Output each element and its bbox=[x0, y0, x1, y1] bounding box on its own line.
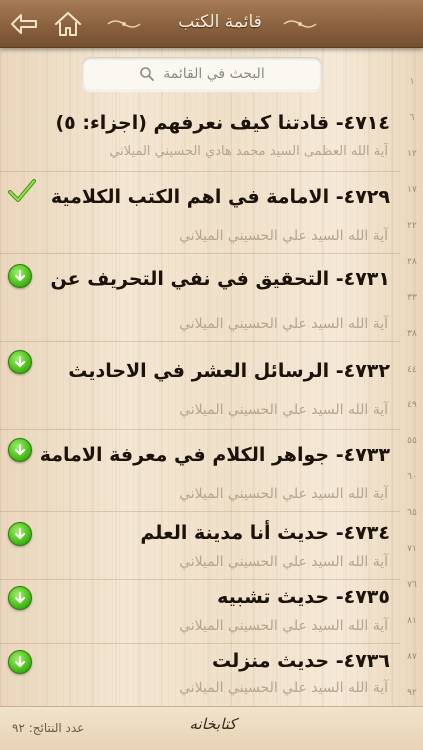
book-author: آية الله السيد علي الحسيني الميلاني bbox=[179, 402, 388, 418]
index-entry[interactable]: ٤٤ bbox=[407, 365, 417, 375]
book-author: آية الله العظمى السيد محمد هادي الحسيني … bbox=[109, 144, 388, 159]
index-entry[interactable]: ٦٠ bbox=[407, 473, 417, 482]
book-title: ٤٧٣٤- حديث أنا مدينة العلم bbox=[140, 522, 390, 544]
download-arrow-icon bbox=[8, 264, 32, 288]
book-title: ٤٧٣٦- حديث منزلت bbox=[211, 650, 390, 672]
list-item[interactable]: ٤٧٣٦- حديث منزلت آية الله السيد علي الحس… bbox=[0, 644, 400, 706]
download-button[interactable] bbox=[8, 586, 34, 612]
book-title: ٤٧٢٩- الامامة في اهم الكتب الكلامية bbox=[50, 186, 390, 208]
index-entry[interactable]: ٩٢ bbox=[407, 688, 417, 698]
download-arrow-icon bbox=[8, 438, 32, 462]
index-entry[interactable]: ٦ bbox=[410, 113, 415, 123]
list-item[interactable]: ٤٧٣٢- الرسائل العشر في الاحاديث آية الله… bbox=[0, 342, 400, 430]
index-entry[interactable]: ٢٢ bbox=[407, 221, 417, 231]
bottom-bar: عدد النتائج: ٩٢ كتابخانه bbox=[0, 706, 423, 750]
index-entry[interactable]: ١ bbox=[410, 78, 415, 87]
page-title: قائمة الكتب bbox=[178, 12, 262, 32]
book-author: آية الله السيد علي الحسيني الميلاني bbox=[179, 316, 388, 332]
book-list: ٤٧١٤- قادتنا كيف نعرفهم (اجزاء: ٥) آية ا… bbox=[0, 100, 400, 706]
book-author: آية الله السيد علي الحسيني الميلاني bbox=[179, 486, 388, 502]
top-navigation-bar: قائمة الكتب bbox=[0, 0, 423, 48]
book-title: ٤٧٣٢- الرسائل العشر في الاحاديث bbox=[68, 360, 390, 382]
list-item[interactable]: ٤٧٣٤- حديث أنا مدينة العلم آية الله السي… bbox=[0, 512, 400, 580]
download-button[interactable] bbox=[8, 350, 34, 376]
index-entry[interactable]: ٨١ bbox=[407, 617, 417, 626]
search-placeholder: البحث في القائمة bbox=[163, 66, 265, 82]
download-arrow-icon bbox=[8, 350, 32, 374]
list-item[interactable]: ٤٧١٤- قادتنا كيف نعرفهم (اجزاء: ٥) آية ا… bbox=[0, 100, 400, 172]
index-entry[interactable]: ١٧ bbox=[407, 185, 417, 195]
ornament-icon bbox=[283, 20, 317, 28]
download-button[interactable] bbox=[8, 264, 34, 290]
index-entry[interactable]: ٨٧ bbox=[407, 653, 417, 662]
back-button[interactable] bbox=[8, 10, 40, 38]
download-button[interactable] bbox=[8, 438, 34, 464]
home-button[interactable] bbox=[52, 8, 84, 40]
index-entry[interactable]: ٧١ bbox=[407, 545, 417, 554]
book-title: ٤٧٣١- التحقيق في نفي التحريف عن bbox=[50, 268, 390, 290]
back-arrow-icon bbox=[11, 14, 37, 34]
book-author: آية الله السيد علي الحسيني الميلاني bbox=[179, 554, 388, 570]
index-entry[interactable]: ٢٨ bbox=[407, 257, 417, 267]
download-button[interactable] bbox=[8, 650, 34, 676]
section-index-bar[interactable]: ١ ٦ ١٢ ١٧ ٢٢ ٢٨ ٣٣ ٣٨ ٤٤ ٤٩ ٥٥ ٦٠ ٦٥ ٧١ … bbox=[401, 78, 423, 698]
download-button[interactable] bbox=[8, 522, 34, 548]
downloaded-check-icon bbox=[8, 178, 36, 204]
book-author: آية الله السيد علي الحسيني الميلاني bbox=[179, 618, 388, 634]
list-item[interactable]: ٤٧٢٩- الامامة في اهم الكتب الكلامية آية … bbox=[0, 172, 400, 254]
list-item[interactable]: ٤٧٣٥- حديث تشبيه آية الله السيد علي الحس… bbox=[0, 580, 400, 644]
home-icon bbox=[54, 11, 82, 36]
book-author: آية الله السيد علي الحسيني الميلاني bbox=[179, 680, 388, 696]
index-entry[interactable]: ٦٥ bbox=[407, 509, 417, 518]
search-icon bbox=[139, 66, 155, 82]
index-entry[interactable]: ٣٨ bbox=[407, 329, 417, 339]
list-item[interactable]: ٤٧٣١- التحقيق في نفي التحريف عن آية الله… bbox=[0, 254, 400, 342]
book-author: آية الله السيد علي الحسيني الميلاني bbox=[179, 228, 388, 244]
search-input[interactable]: البحث في القائمة bbox=[82, 57, 322, 91]
ornament-icon bbox=[107, 20, 141, 28]
index-entry[interactable]: ٥٥ bbox=[407, 437, 417, 446]
results-count: عدد النتائج: ٩٢ bbox=[12, 721, 85, 735]
index-entry[interactable]: ١٢ bbox=[407, 149, 417, 159]
index-entry[interactable]: ٤٩ bbox=[407, 401, 417, 410]
book-title: ٤٧٣٣- جواهر الكلام في معرفة الامامة bbox=[39, 444, 390, 466]
index-entry[interactable]: ٧٦ bbox=[407, 581, 417, 590]
download-arrow-icon bbox=[8, 650, 32, 674]
book-title: ٤٧١٤- قادتنا كيف نعرفهم (اجزاء: ٥) bbox=[55, 112, 390, 134]
list-item[interactable]: ٤٧٣٣- جواهر الكلام في معرفة الامامة آية … bbox=[0, 430, 400, 512]
download-arrow-icon bbox=[8, 522, 32, 546]
download-arrow-icon bbox=[8, 586, 32, 610]
index-entry[interactable]: ٣٣ bbox=[407, 293, 417, 303]
app-logo: كتابخانه bbox=[189, 715, 237, 733]
book-title: ٤٧٣٥- حديث تشبيه bbox=[217, 586, 390, 608]
